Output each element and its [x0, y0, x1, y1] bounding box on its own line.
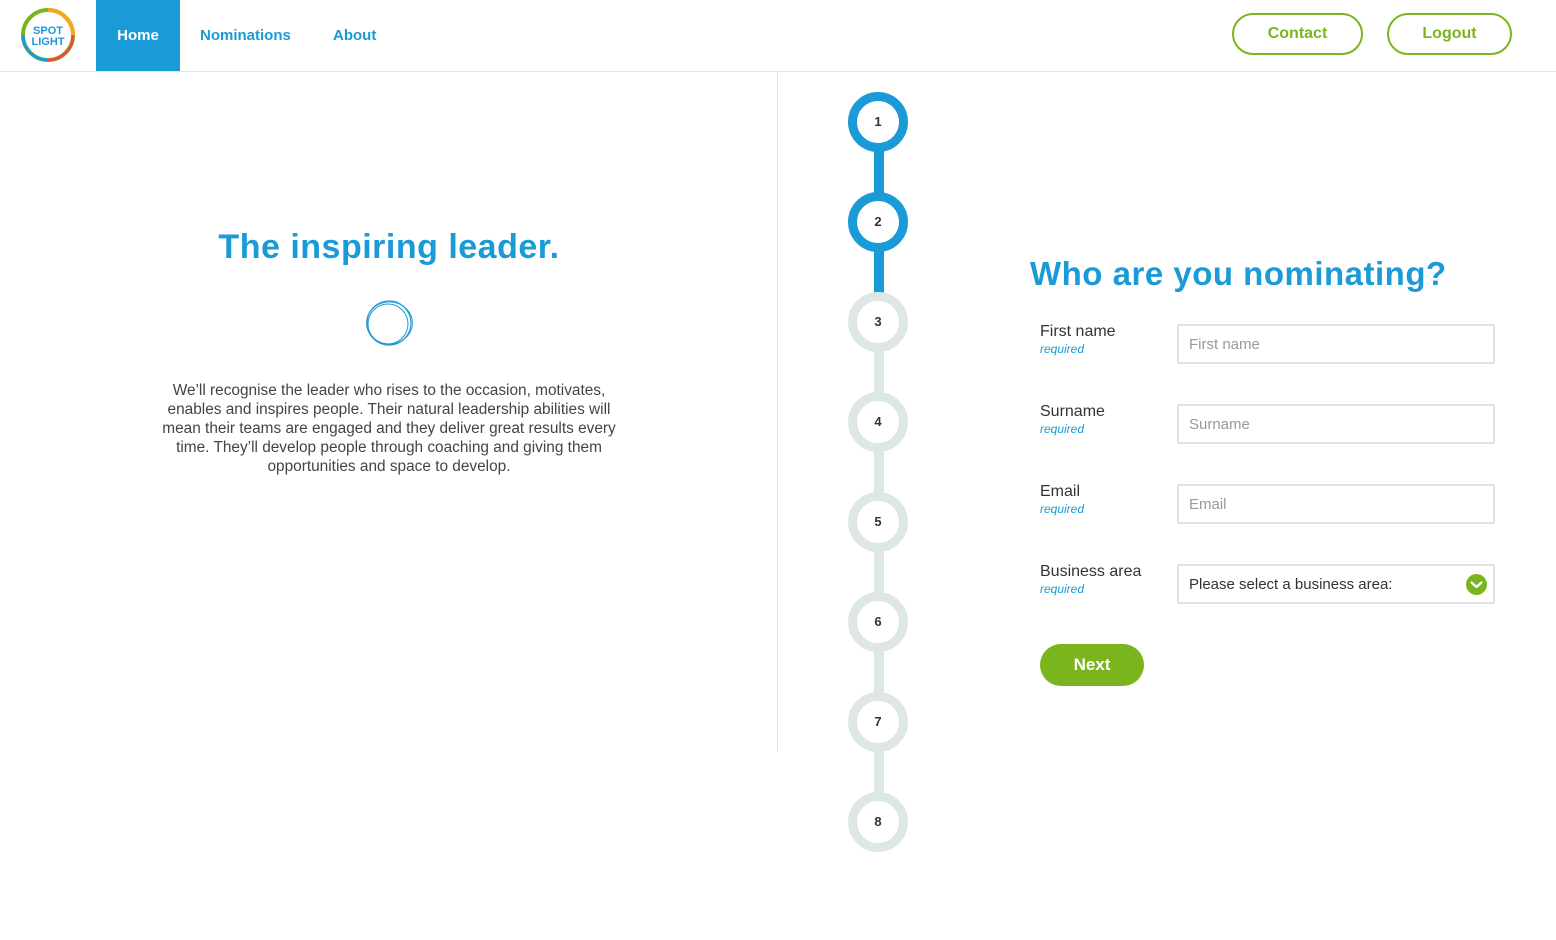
form-title: Who are you nominating? — [1030, 255, 1447, 292]
step-4[interactable]: 4 — [848, 392, 908, 452]
logout-button[interactable]: Logout — [1387, 13, 1512, 55]
circle-doodle-icon — [366, 300, 413, 346]
business-area-label: Business area — [1040, 563, 1142, 580]
step-8[interactable]: 8 — [848, 792, 908, 852]
business-area-selected-value: Please select a business area: — [1189, 576, 1393, 593]
nav-home[interactable]: Home — [96, 0, 180, 71]
step-1[interactable]: 1 — [848, 92, 908, 152]
contact-button[interactable]: Contact — [1232, 13, 1363, 55]
column-divider — [777, 72, 778, 752]
business-area-select[interactable]: Please select a business area: — [1177, 564, 1495, 604]
step-5[interactable]: 5 — [848, 492, 908, 552]
top-navigation-bar: SPOT LIGHT Home Nominations About Contac… — [0, 0, 1556, 72]
email-required: required — [1040, 502, 1085, 516]
step-3[interactable]: 3 — [848, 292, 908, 352]
progress-stepper: 1 2 3 4 5 6 7 8 — [848, 92, 910, 852]
surname-required: required — [1040, 422, 1085, 436]
next-button[interactable]: Next — [1040, 644, 1144, 686]
spotlight-logo-icon[interactable]: SPOT LIGHT — [19, 6, 77, 64]
first-name-input[interactable] — [1177, 324, 1495, 364]
first-name-label: First name — [1040, 323, 1116, 340]
business-area-required: required — [1040, 582, 1085, 596]
chevron-down-icon[interactable] — [1466, 574, 1487, 595]
intro-description: We’ll recognise the leader who rises to … — [162, 382, 616, 475]
nav-nominations[interactable]: Nominations — [200, 0, 291, 71]
step-6[interactable]: 6 — [848, 592, 908, 652]
email-label: Email — [1040, 483, 1081, 500]
surname-input[interactable] — [1177, 404, 1495, 444]
nav-about[interactable]: About — [333, 0, 376, 71]
first-name-required: required — [1040, 342, 1085, 356]
step-7[interactable]: 7 — [848, 692, 908, 752]
intro-title: The inspiring leader. — [218, 228, 560, 266]
logo-text-bottom: LIGHT — [32, 36, 65, 48]
email-input[interactable] — [1177, 484, 1495, 524]
step-2[interactable]: 2 — [848, 192, 908, 252]
surname-label: Surname — [1040, 403, 1105, 420]
